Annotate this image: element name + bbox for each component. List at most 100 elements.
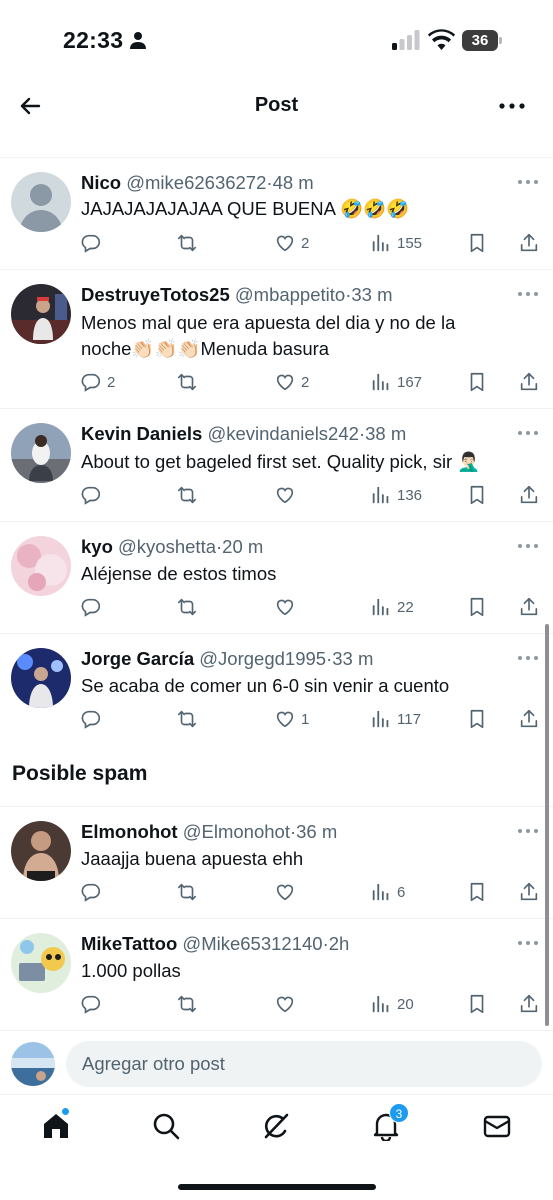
reply-more-icon[interactable] bbox=[517, 654, 539, 662]
more-options-icon[interactable] bbox=[498, 94, 526, 118]
bookmark-button[interactable] bbox=[466, 370, 488, 394]
display-name[interactable]: Kevin Daniels bbox=[81, 423, 202, 444]
post-time[interactable]: 2h bbox=[329, 933, 350, 954]
bookmark-button[interactable] bbox=[466, 231, 488, 255]
scrollbar[interactable] bbox=[545, 624, 549, 1026]
tab-notifications[interactable]: 3 bbox=[371, 1103, 409, 1143]
share-button[interactable] bbox=[518, 595, 540, 619]
repost-button[interactable] bbox=[176, 483, 198, 507]
reply-header: DestruyeTotos25 @mbappetito·33 m bbox=[81, 284, 393, 306]
repost-button[interactable] bbox=[176, 231, 198, 255]
bookmark-button[interactable] bbox=[466, 880, 488, 904]
like-button[interactable] bbox=[274, 992, 301, 1016]
reply-button[interactable] bbox=[80, 992, 107, 1016]
reply-item[interactable]: kyo @kyoshetta·20 m Aléjense de estos ti… bbox=[0, 522, 553, 634]
avatar[interactable] bbox=[11, 536, 71, 596]
bookmark-button[interactable] bbox=[466, 992, 488, 1016]
reply-more-icon[interactable] bbox=[517, 290, 539, 298]
reply-item[interactable]: Nico @mike62636272·48 m JAJAJAJAJAJAA QU… bbox=[0, 158, 553, 270]
share-button[interactable] bbox=[518, 231, 540, 255]
like-button[interactable] bbox=[274, 880, 301, 904]
my-avatar[interactable] bbox=[11, 1042, 55, 1086]
like-button[interactable] bbox=[274, 483, 301, 507]
share-button[interactable] bbox=[518, 880, 540, 904]
repost-button[interactable] bbox=[176, 880, 198, 904]
display-name[interactable]: kyo bbox=[81, 536, 113, 557]
like-button[interactable]: 1 bbox=[274, 707, 309, 731]
avatar[interactable] bbox=[11, 933, 71, 993]
reply-more-icon[interactable] bbox=[517, 429, 539, 437]
tab-messages[interactable] bbox=[482, 1111, 512, 1141]
post-time[interactable]: 38 m bbox=[365, 423, 406, 444]
tab-home[interactable] bbox=[41, 1107, 71, 1141]
repost-button[interactable] bbox=[176, 992, 198, 1016]
display-name[interactable]: Jorge García bbox=[81, 648, 194, 669]
reply-item[interactable]: DestruyeTotos25 @mbappetito·33 m Menos m… bbox=[0, 270, 553, 409]
avatar[interactable] bbox=[11, 648, 71, 708]
avatar[interactable] bbox=[11, 423, 71, 483]
reply-more-icon[interactable] bbox=[517, 939, 539, 947]
reply-button[interactable]: 2 bbox=[80, 370, 115, 394]
reply-button[interactable] bbox=[80, 707, 107, 731]
user-handle[interactable]: @Jorgegd1995 bbox=[199, 648, 326, 669]
share-button[interactable] bbox=[518, 370, 540, 394]
bookmark-button[interactable] bbox=[466, 483, 488, 507]
views-button[interactable]: 6 bbox=[370, 880, 405, 904]
share-button[interactable] bbox=[518, 992, 540, 1016]
reply-button[interactable] bbox=[80, 483, 107, 507]
views-button[interactable]: 167 bbox=[370, 370, 422, 394]
reply-item[interactable]: MikeTattoo @Mike65312140·2h 1.000 pollas… bbox=[0, 919, 553, 1031]
like-icon bbox=[274, 993, 296, 1015]
views-button[interactable]: 136 bbox=[370, 483, 422, 507]
bookmark-button[interactable] bbox=[466, 595, 488, 619]
reply-more-icon[interactable] bbox=[517, 542, 539, 550]
display-name[interactable]: DestruyeTotos25 bbox=[81, 284, 230, 305]
tab-search[interactable] bbox=[151, 1111, 181, 1141]
reply-button[interactable] bbox=[80, 880, 107, 904]
user-handle[interactable]: @mike62636272 bbox=[126, 172, 266, 193]
post-time[interactable]: 33 m bbox=[351, 284, 392, 305]
like-button[interactable]: 2 bbox=[274, 370, 309, 394]
avatar[interactable] bbox=[11, 821, 71, 881]
display-name[interactable]: MikeTattoo bbox=[81, 933, 177, 954]
avatar[interactable] bbox=[11, 172, 71, 232]
user-handle[interactable]: @kyoshetta bbox=[118, 536, 216, 557]
bookmark-button[interactable] bbox=[466, 707, 488, 731]
views-icon bbox=[370, 881, 392, 903]
user-handle[interactable]: @Elmonohot bbox=[183, 821, 290, 842]
post-time[interactable]: 48 m bbox=[273, 172, 314, 193]
user-handle[interactable]: @Mike65312140 bbox=[182, 933, 322, 954]
reply-item[interactable]: Jorge García @Jorgegd1995·33 m Se acaba … bbox=[0, 634, 553, 746]
reply-more-icon[interactable] bbox=[517, 827, 539, 835]
views-icon bbox=[370, 708, 392, 730]
bookmark-icon bbox=[466, 708, 488, 730]
views-button[interactable]: 20 bbox=[370, 992, 414, 1016]
post-time[interactable]: 20 m bbox=[222, 536, 263, 557]
like-button[interactable] bbox=[274, 595, 301, 619]
post-time[interactable]: 36 m bbox=[296, 821, 337, 842]
compose-reply-input[interactable] bbox=[66, 1041, 542, 1087]
share-button[interactable] bbox=[518, 483, 540, 507]
reply-button[interactable] bbox=[80, 595, 107, 619]
repost-button[interactable] bbox=[176, 707, 198, 731]
display-name[interactable]: Nico bbox=[81, 172, 121, 193]
display-name[interactable]: Elmonohot bbox=[81, 821, 178, 842]
reply-more-icon[interactable] bbox=[517, 178, 539, 186]
reply-button[interactable] bbox=[80, 231, 107, 255]
battery-tip bbox=[499, 37, 502, 44]
like-icon bbox=[274, 596, 296, 618]
reply-item[interactable]: Elmonohot @Elmonohot·36 m Jaaajja buena … bbox=[0, 807, 553, 919]
repost-button[interactable] bbox=[176, 370, 198, 394]
reply-item[interactable]: Kevin Daniels @kevindaniels242·38 m Abou… bbox=[0, 409, 553, 522]
repost-button[interactable] bbox=[176, 595, 198, 619]
user-handle[interactable]: @mbappetito bbox=[235, 284, 345, 305]
like-button[interactable]: 2 bbox=[274, 231, 309, 255]
views-button[interactable]: 22 bbox=[370, 595, 414, 619]
views-button[interactable]: 155 bbox=[370, 231, 422, 255]
user-handle[interactable]: @kevindaniels242 bbox=[207, 423, 358, 444]
share-button[interactable] bbox=[518, 707, 540, 731]
post-time[interactable]: 33 m bbox=[332, 648, 373, 669]
views-button[interactable]: 117 bbox=[370, 707, 421, 731]
avatar[interactable] bbox=[11, 284, 71, 344]
tab-grok[interactable] bbox=[261, 1111, 291, 1141]
